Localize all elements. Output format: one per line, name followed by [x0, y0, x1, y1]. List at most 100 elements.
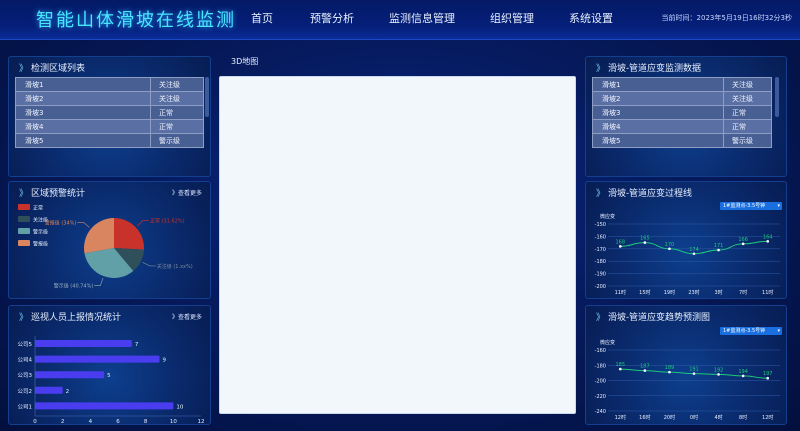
- bar[interactable]: [35, 371, 105, 379]
- warning-stats-panel: 》区域预警统计 》查看更多 正常 关注级 警示级 警报级 正常 (31.62%) 关注级…: [8, 181, 211, 299]
- table-row[interactable]: 滑坡2 关注级: [15, 91, 204, 106]
- bar[interactable]: [35, 340, 132, 347]
- table-row[interactable]: 滑坡5 警示级: [592, 133, 772, 148]
- table-row[interactable]: 滑坡5 警示级: [15, 133, 204, 148]
- area-level: 正常: [723, 119, 772, 134]
- data-point[interactable]: [741, 374, 745, 378]
- legend-swatch[interactable]: [18, 216, 30, 222]
- bar[interactable]: [35, 386, 63, 394]
- x-tick-label: 2: [61, 419, 65, 425]
- table-row[interactable]: 滑坡4 正常: [592, 119, 772, 134]
- y-tick-label: -160: [595, 348, 606, 354]
- nav-organization[interactable]: 组织管理: [490, 10, 534, 26]
- nav-warning-analysis[interactable]: 预警分析: [310, 10, 354, 26]
- top-header: 智能山体滑坡在线监测 首页 预警分析 监测信息管理 组织管理 系统设置 当前时间…: [0, 0, 800, 40]
- area-level: 正常: [150, 105, 204, 120]
- data-point[interactable]: [668, 247, 671, 251]
- data-point[interactable]: [717, 373, 720, 376]
- y-tick-label: -220: [595, 394, 606, 400]
- pie-slice[interactable]: [114, 218, 145, 250]
- data-point[interactable]: [766, 240, 770, 243]
- x-tick-label: 11时: [615, 289, 626, 296]
- legend-label: 警示级: [33, 229, 48, 236]
- table-row[interactable]: 滑坡1 关注级: [15, 77, 204, 92]
- strain-process-line-chart: 微应变 -150 -160 -170 -180 -190 -200 11时 15时 19时 23时 3…: [595, 213, 780, 296]
- bar-value-label: 10: [176, 404, 183, 410]
- data-point[interactable]: [692, 372, 696, 375]
- data-label: 194: [738, 369, 748, 375]
- table-row[interactable]: 滑坡3 正常: [592, 105, 772, 120]
- bar-category-label: 公司4: [18, 357, 33, 364]
- bar[interactable]: [35, 402, 174, 410]
- x-tick-label: 3时: [714, 289, 722, 296]
- pie-slice[interactable]: [84, 218, 114, 254]
- x-tick-label: 7时: [739, 289, 747, 296]
- pie-label-line: [77, 221, 90, 228]
- nav-home[interactable]: 首页: [251, 10, 273, 26]
- legend-swatch[interactable]: [18, 228, 30, 234]
- nav-system-settings[interactable]: 系统设置: [569, 10, 613, 26]
- strain-list-scrollbar[interactable]: [775, 77, 779, 117]
- data-point[interactable]: [618, 245, 622, 248]
- data-point[interactable]: [643, 241, 647, 244]
- pie-label-line: [137, 220, 150, 227]
- area-level: 关注级: [150, 77, 204, 92]
- current-time: 当前时间：2023年5月19日16时32分3秒: [661, 14, 792, 22]
- legend-swatch[interactable]: [18, 204, 30, 210]
- x-tick-label: 0时: [690, 414, 698, 421]
- y-tick-label: -160: [595, 234, 606, 240]
- data-label: 168: [616, 239, 626, 245]
- area-level: 正常: [150, 119, 204, 134]
- data-point[interactable]: [692, 252, 696, 256]
- x-tick-label: 12时: [762, 414, 773, 421]
- data-point[interactable]: [618, 367, 622, 371]
- bar-value-label: 7: [135, 342, 139, 348]
- x-tick-label: 12: [198, 419, 205, 425]
- area-name: 滑坡5: [592, 133, 724, 148]
- area-level: 警示级: [723, 133, 772, 148]
- y-tick-label: -190: [595, 272, 606, 278]
- data-point[interactable]: [668, 370, 671, 374]
- x-tick-label: 16时: [639, 414, 650, 421]
- area-list-title-text: 检测区域列表: [31, 64, 86, 74]
- table-row[interactable]: 滑坡4 正常: [15, 119, 204, 134]
- area-name: 滑坡4: [592, 119, 724, 134]
- bar[interactable]: [35, 355, 160, 363]
- y-tick-label: -240: [595, 409, 606, 415]
- x-tick-label: 8: [144, 419, 148, 425]
- bar-value-label: 9: [163, 358, 167, 364]
- y-tick-label: -200: [595, 284, 606, 290]
- double-chevron-icon: 》: [19, 64, 29, 74]
- map-label: 3D地图: [231, 57, 259, 66]
- area-name: 滑坡3: [592, 105, 724, 120]
- table-row[interactable]: 滑坡3 正常: [15, 105, 204, 120]
- data-label: 192: [714, 367, 724, 373]
- nav-monitoring-info[interactable]: 监测信息管理: [389, 10, 455, 26]
- map-3d-view[interactable]: [219, 76, 576, 414]
- bar-category-label: 公司5: [18, 341, 33, 348]
- table-row[interactable]: 滑坡1 关注级: [592, 77, 772, 92]
- data-point[interactable]: [741, 242, 745, 246]
- legend-swatch[interactable]: [18, 240, 30, 246]
- area-name: 滑坡4: [15, 119, 151, 134]
- area-list-title: 》检测区域列表: [19, 61, 85, 74]
- bar-category-label: 公司3: [18, 372, 33, 379]
- pie-slice-label: 关注级 (1.xx%): [157, 263, 193, 270]
- pie-slice-label: 警报级 (34%): [45, 219, 77, 226]
- data-point[interactable]: [643, 369, 647, 372]
- data-point[interactable]: [717, 248, 720, 252]
- data-label: 197: [763, 371, 773, 377]
- strain-forecast-line-chart: 微应变 -160 -180 -200 -220 -240 12时 16时 20时 0时 4时 8时 12…: [595, 339, 780, 421]
- inspection-bar-chart: 公司5 7 公司4 9 公司3 5 公司2 2 公司1 10 0 2 4 6 8 10 12: [18, 336, 205, 425]
- y-axis-title: 微应变: [600, 339, 615, 346]
- data-label: 171: [714, 243, 724, 249]
- x-tick-label: 23时: [688, 289, 699, 296]
- data-point[interactable]: [766, 376, 770, 380]
- bar-value-label: 5: [107, 373, 111, 379]
- data-label: 187: [640, 364, 650, 370]
- x-tick-label: 4时: [714, 414, 722, 421]
- legend-label: 警报级: [33, 241, 48, 248]
- strain-list-panel: 》滑坡-管道应变监测数据 滑坡1 关注级 滑坡2 关注级 滑坡3 正常 滑坡4 正常 滑…: [585, 56, 787, 177]
- table-row[interactable]: 滑坡2 关注级: [592, 91, 772, 106]
- area-list-scrollbar[interactable]: [205, 77, 209, 117]
